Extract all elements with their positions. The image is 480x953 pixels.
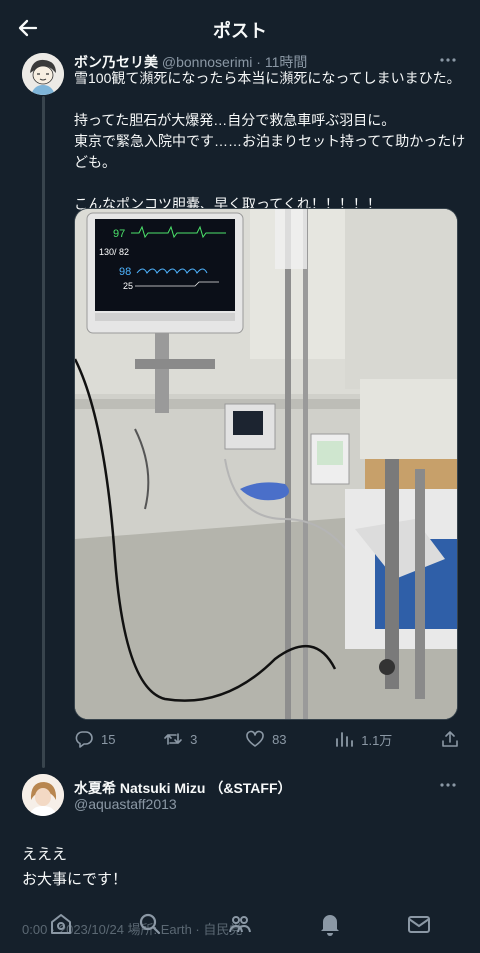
nav-home[interactable]	[48, 911, 74, 937]
views-button[interactable]: 1.1万	[334, 729, 392, 749]
nav-messages[interactable]	[406, 911, 432, 937]
reply-author-handle[interactable]: @aquastaff2013	[74, 796, 177, 812]
search-icon	[140, 913, 161, 935]
reply-line: お大事にです！	[22, 871, 128, 888]
more-icon[interactable]	[438, 780, 458, 790]
top-bar: ポスト	[0, 0, 480, 56]
home-icon	[50, 914, 71, 934]
communities-icon	[228, 916, 251, 933]
reply-button[interactable]: 15	[74, 729, 115, 749]
reply-text: えええ お大事にです！	[22, 842, 127, 892]
share-button[interactable]	[440, 729, 460, 749]
like-button[interactable]: 83	[245, 729, 287, 749]
like-count: 83	[272, 731, 287, 747]
nav-communities[interactable]	[227, 911, 253, 937]
more-icon[interactable]	[438, 55, 458, 65]
nav-search[interactable]	[137, 911, 163, 937]
page-title: ポスト	[213, 21, 267, 41]
views-chart-icon	[336, 732, 354, 747]
reply-count: 15	[101, 731, 116, 747]
reply-icon	[75, 731, 93, 748]
bottom-nav	[0, 895, 480, 953]
retweet-icon	[164, 733, 182, 745]
retweet-button[interactable]: 3	[163, 729, 197, 749]
avatar[interactable]	[22, 774, 64, 816]
monitor-spo2: 98	[119, 266, 131, 278]
avatar[interactable]	[22, 53, 64, 95]
tweet-text: 雪100観て瀕死になったら本当に瀕死になってしまいまひた。 持ってた胆石が大爆発…	[74, 68, 466, 215]
retweet-count: 3	[190, 731, 198, 747]
tweet-line: 東京で緊急入院中です……お泊まりセット持ってて助かったけ	[74, 133, 466, 149]
messages-icon	[408, 916, 431, 933]
heart-icon	[246, 730, 264, 747]
reply-line: えええ	[22, 846, 68, 863]
monitor-rr: 25	[123, 281, 133, 291]
nav-notifications[interactable]	[317, 911, 343, 937]
tweet-photo[interactable]: 97 130/ 82 98 25	[74, 208, 458, 720]
share-icon	[442, 731, 458, 747]
monitor-bp: 130/ 82	[99, 247, 129, 257]
thread-line	[42, 96, 45, 768]
reply-author-name[interactable]: 水夏希 Natsuki Mizu （&STAFF）	[74, 778, 292, 798]
tweet-actions: 15 3 83 1.1万	[74, 727, 460, 751]
tweet-line: ども。	[74, 154, 116, 170]
view-count: 1.1万	[361, 732, 393, 748]
notifications-icon	[320, 915, 339, 936]
tweet-line: 持ってた胆石が大爆発…自分で救急車呼ぶ羽目に。	[74, 112, 396, 128]
monitor-hr: 97	[113, 228, 125, 240]
tweet-line: 雪100観て瀕死になったら本当に瀕死になってしまいまひた。	[74, 70, 461, 86]
